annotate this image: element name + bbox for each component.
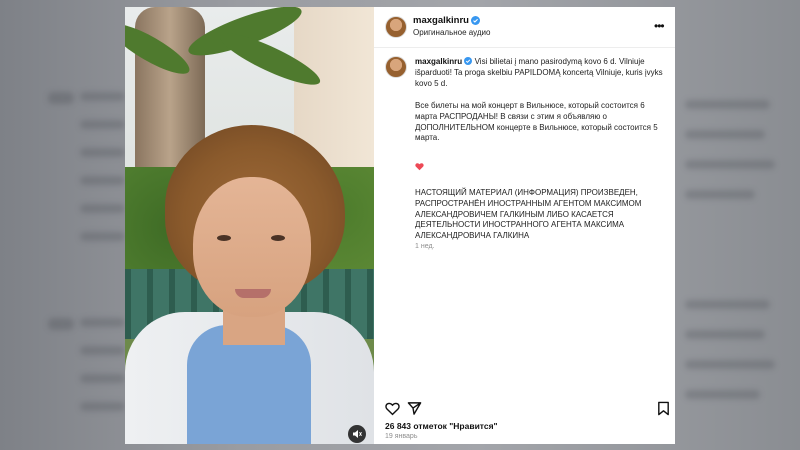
bg-blur — [80, 148, 125, 157]
bg-blur — [685, 360, 775, 369]
instagram-post: maxgalkinru Оригинальное аудио ••• maxga… — [125, 7, 675, 444]
post-age[interactable]: 1 нед. — [415, 243, 434, 250]
action-bar — [374, 395, 675, 417]
more-dots-icon[interactable]: ••• — [654, 19, 665, 33]
bookmark-icon[interactable] — [656, 401, 671, 416]
post-date[interactable]: 19 январь — [385, 433, 417, 440]
speaker-icon[interactable] — [348, 425, 366, 443]
bg-blur — [685, 130, 765, 139]
bg-blur — [80, 318, 125, 327]
foreign-agent-notice: НАСТОЯЩИЙ МАТЕРИАЛ (ИНФОРМАЦИЯ) ПРОИЗВЕД… — [415, 188, 642, 241]
caption-russian: Все билеты на мой концерт в Вильнюсе, ко… — [415, 101, 658, 143]
bg-blur — [80, 92, 125, 101]
bg-blur — [80, 120, 125, 129]
bg-blur — [685, 390, 760, 399]
caption-lithuanian: maxgalkinru Visi bilietai į mano pasirod… — [415, 57, 665, 89]
bg-blur — [685, 300, 770, 309]
bg-blur — [80, 402, 125, 411]
caption-username[interactable]: maxgalkinru — [415, 57, 462, 66]
bg-blur — [80, 232, 125, 241]
bg-blur — [685, 190, 755, 199]
post-username[interactable]: maxgalkinru — [413, 15, 469, 26]
mouth — [235, 289, 271, 298]
likes-count[interactable]: 26 843 отметок "Нравится" — [385, 421, 498, 431]
bg-blur — [685, 330, 765, 339]
bg-blur — [48, 92, 74, 104]
avatar[interactable] — [385, 16, 407, 38]
bg-blur — [80, 176, 125, 185]
verified-badge-icon — [464, 57, 473, 65]
eye — [271, 235, 285, 241]
caption-avatar[interactable] — [385, 56, 407, 78]
red-heart-emoji-icon — [415, 163, 424, 171]
bg-blur — [685, 160, 775, 169]
post-details-pane: maxgalkinru Оригинальное аудио ••• maxga… — [374, 7, 675, 444]
bg-blur — [80, 204, 125, 213]
bg-blur — [80, 346, 125, 355]
bg-blur — [80, 374, 125, 383]
eye — [217, 235, 231, 241]
post-header: maxgalkinru Оригинальное аудио ••• — [374, 7, 675, 48]
share-send-icon[interactable] — [407, 401, 422, 416]
audio-label[interactable]: Оригинальное аудио — [413, 28, 490, 37]
like-heart-icon[interactable] — [385, 401, 400, 416]
verified-badge-icon — [471, 16, 480, 25]
bg-blur — [48, 318, 74, 330]
post-video[interactable] — [125, 7, 374, 444]
bg-blur — [685, 100, 770, 109]
